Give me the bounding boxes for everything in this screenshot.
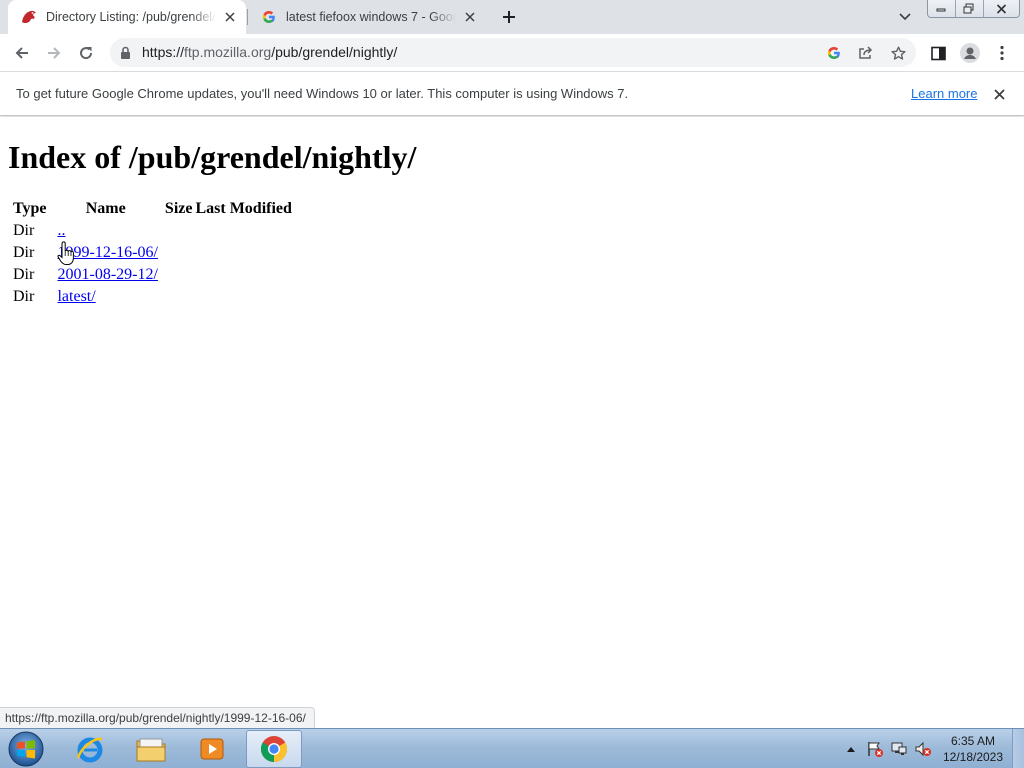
tab-title: latest fiefoox windows 7 - Google Search bbox=[286, 10, 456, 24]
minimize-button[interactable] bbox=[928, 0, 956, 17]
clock-date: 12/18/2023 bbox=[942, 750, 1004, 764]
tab-strip: Directory Listing: /pub/grendel/nightly/… bbox=[0, 0, 1024, 34]
page-content: Index of /pub/grendel/nightly/ Type Name… bbox=[0, 117, 1024, 728]
new-tab-button[interactable] bbox=[497, 6, 521, 28]
minimize-icon bbox=[936, 8, 946, 11]
network-icon[interactable] bbox=[890, 740, 908, 758]
header-last-modified: Last Modified bbox=[195, 200, 292, 217]
taskbar-clock[interactable]: 6:35 AM 12/18/2023 bbox=[940, 733, 1006, 765]
url-text: https://ftp.mozilla.org/pub/grendel/nigh… bbox=[142, 44, 397, 60]
start-button[interactable] bbox=[4, 730, 48, 768]
side-panel-icon bbox=[930, 46, 946, 60]
infobar-message: To get future Google Chrome updates, you… bbox=[16, 86, 629, 101]
link-status-bubble: https://ftp.mozilla.org/pub/grendel/nigh… bbox=[0, 707, 315, 728]
taskbar-file-explorer[interactable] bbox=[123, 730, 179, 768]
row-name: 2001-08-29-12/ bbox=[51, 265, 159, 285]
window-controls bbox=[927, 0, 1020, 18]
hand-cursor-icon bbox=[57, 241, 74, 265]
tab-search-button[interactable] bbox=[894, 7, 916, 27]
chrome-menu-button[interactable] bbox=[988, 39, 1016, 67]
row-type: Dir bbox=[13, 288, 35, 305]
row-modified bbox=[195, 243, 293, 263]
close-tab-icon[interactable] bbox=[220, 7, 240, 27]
directory-link[interactable]: 2001-08-29-12/ bbox=[57, 266, 157, 283]
forward-button[interactable] bbox=[40, 39, 68, 67]
directory-link[interactable]: latest/ bbox=[57, 288, 95, 305]
internet-explorer-icon bbox=[76, 737, 103, 763]
table-row: Dir .. bbox=[11, 221, 294, 241]
profile-button[interactable] bbox=[956, 39, 984, 67]
volume-muted-icon[interactable] bbox=[914, 740, 932, 758]
chrome-icon bbox=[260, 736, 288, 763]
directory-table: Type Name Size Last Modified Dir .. Dir … bbox=[8, 197, 297, 309]
learn-more-link[interactable]: Learn more bbox=[911, 86, 977, 101]
header-size: Size bbox=[164, 200, 193, 217]
clock-time: 6:35 AM bbox=[950, 734, 996, 748]
restore-icon bbox=[963, 3, 974, 14]
tab-title: Directory Listing: /pub/grendel/nightly/ bbox=[46, 10, 216, 24]
update-infobar: To get future Google Chrome updates, you… bbox=[0, 71, 1024, 116]
close-window-button[interactable] bbox=[984, 0, 1019, 17]
row-type: Dir bbox=[13, 222, 35, 239]
address-bar[interactable]: https://ftp.mozilla.org/pub/grendel/nigh… bbox=[110, 38, 916, 67]
google-lens-icon[interactable] bbox=[823, 42, 845, 64]
windows-start-orb-icon bbox=[8, 731, 44, 767]
taskbar-chrome[interactable] bbox=[246, 730, 302, 768]
side-panel-button[interactable] bbox=[924, 39, 952, 67]
header-type: Type bbox=[13, 200, 47, 217]
reload-button[interactable] bbox=[72, 39, 100, 67]
row-modified bbox=[195, 265, 293, 285]
tab-google-search[interactable]: latest fiefoox windows 7 - Google Search bbox=[248, 0, 486, 34]
row-size bbox=[163, 243, 193, 263]
plus-icon bbox=[503, 11, 515, 23]
kebab-menu-icon bbox=[1000, 45, 1004, 61]
file-explorer-icon bbox=[136, 738, 166, 762]
close-infobar-icon[interactable] bbox=[990, 85, 1008, 103]
row-size bbox=[163, 287, 193, 307]
row-name: .. bbox=[51, 221, 159, 241]
chevron-up-icon bbox=[847, 747, 855, 752]
windows-taskbar: 6:35 AM 12/18/2023 bbox=[0, 728, 1024, 768]
browser-toolbar: https://ftp.mozilla.org/pub/grendel/nigh… bbox=[0, 34, 1024, 71]
table-row: Dir latest/ bbox=[11, 287, 294, 307]
restore-button[interactable] bbox=[956, 0, 984, 17]
parent-directory-link[interactable]: .. bbox=[57, 222, 65, 239]
media-player-icon bbox=[200, 738, 224, 760]
row-modified bbox=[195, 221, 293, 241]
row-modified bbox=[195, 287, 293, 307]
url-scheme: https:// bbox=[142, 44, 185, 60]
row-size bbox=[163, 265, 193, 285]
close-icon bbox=[996, 3, 1007, 14]
share-icon[interactable] bbox=[855, 42, 877, 64]
row-name: latest/ bbox=[51, 287, 159, 307]
reload-icon bbox=[80, 47, 93, 60]
row-type: Dir bbox=[13, 266, 35, 283]
arrow-right-icon bbox=[48, 47, 61, 59]
profile-avatar-icon bbox=[960, 43, 980, 63]
row-size bbox=[163, 221, 193, 241]
taskbar-internet-explorer[interactable] bbox=[62, 730, 118, 768]
chevron-down-icon bbox=[899, 13, 911, 21]
mozilla-dino-icon bbox=[20, 8, 38, 26]
page-title: Index of /pub/grendel/nightly/ bbox=[8, 139, 417, 175]
table-row: Dir 1999-12-16-06/ bbox=[11, 243, 294, 263]
close-tab-icon[interactable] bbox=[460, 7, 480, 27]
table-row: Dir 2001-08-29-12/ bbox=[11, 265, 294, 285]
table-header-row: Type Name Size Last Modified bbox=[11, 199, 294, 219]
url-host: ftp.mozilla.org bbox=[184, 44, 272, 60]
action-center-icon[interactable] bbox=[866, 740, 884, 758]
back-button[interactable] bbox=[8, 39, 36, 67]
row-type: Dir bbox=[13, 244, 35, 261]
taskbar-media-player[interactable] bbox=[184, 730, 240, 768]
url-path: /pub/grendel/nightly/ bbox=[271, 44, 398, 60]
show-desktop-button[interactable] bbox=[1012, 729, 1024, 768]
bookmark-star-icon[interactable] bbox=[887, 42, 909, 64]
arrow-left-icon bbox=[15, 47, 28, 59]
lock-icon[interactable] bbox=[120, 45, 131, 64]
header-name: Name bbox=[85, 200, 126, 217]
google-g-icon bbox=[260, 8, 278, 26]
show-hidden-icons-button[interactable] bbox=[842, 740, 860, 758]
tab-directory-listing[interactable]: Directory Listing: /pub/grendel/nightly/ bbox=[8, 0, 246, 34]
